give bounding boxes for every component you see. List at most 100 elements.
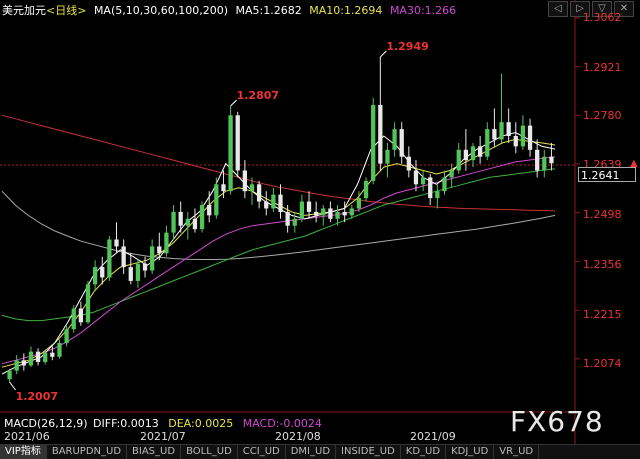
candle-body (349, 208, 354, 216)
candle-body (342, 211, 347, 216)
candle-body (456, 149, 461, 171)
candle-body (371, 104, 376, 181)
candle-body (207, 205, 212, 216)
price-chart[interactable]: ▲1.28071.29491.2007 (0, 0, 640, 444)
candle-body (271, 194, 276, 209)
candle-body (185, 218, 190, 226)
tab-cci[interactable]: CCI_UD (238, 445, 286, 459)
chart-header: 美元加元<日线> MA(5,10,30,60,100,200) MA5:1.26… (0, 2, 460, 17)
candle-body (485, 129, 490, 157)
candle-body (549, 156, 554, 164)
macd-diff: DIFF:0.0013 (93, 417, 159, 430)
candle-body (278, 194, 283, 212)
macd-dea: DEA:0.0025 (168, 417, 234, 430)
candle-body (256, 184, 262, 202)
candle-body (321, 208, 326, 216)
ma30-value: MA30:1.266 (389, 4, 457, 17)
candle-body (463, 149, 469, 161)
candle-body (214, 184, 219, 216)
tab-vip[interactable]: VIP指标 (0, 445, 47, 459)
annotation-label: 1.2807 (237, 89, 279, 102)
ma30-line (1, 156, 556, 365)
candle-body (385, 149, 390, 164)
candle-body (142, 263, 148, 271)
x-axis: 2021/06 2021/07 2021/08 2021/09 (0, 430, 560, 443)
candle-body (506, 122, 511, 136)
candle-body (470, 146, 476, 161)
candle-body (14, 360, 19, 371)
candle-body (520, 125, 526, 147)
candle-body (249, 184, 255, 192)
candle-body (477, 146, 483, 157)
candle-body (542, 156, 547, 171)
y-tick: 1.2780 (583, 109, 622, 122)
candle-body (78, 308, 84, 323)
candle-body (57, 343, 62, 357)
annotation-pointer (9, 381, 16, 391)
candle-body (235, 115, 240, 171)
candle-body (43, 352, 48, 362)
candle-body (28, 351, 34, 366)
candle-body (71, 308, 76, 330)
candle-body (306, 201, 312, 212)
tab-bias[interactable]: BIAS_UD (127, 445, 182, 459)
candle-body (292, 218, 297, 226)
period-label[interactable]: <日线> (46, 4, 86, 17)
candle-body (513, 135, 518, 147)
candle-body (299, 201, 305, 219)
candle-body (435, 191, 440, 199)
watermark-logo: FX678 (510, 405, 604, 438)
candle-body (228, 115, 233, 192)
candle-body (264, 201, 269, 209)
candle-body (100, 267, 105, 278)
tab-boll[interactable]: BOLL_UD (181, 445, 238, 459)
ma10-value: MA10:1.2694 (309, 4, 383, 17)
candle-body (107, 239, 112, 278)
candle-body (21, 360, 26, 366)
y-tick: 1.2356 (583, 258, 622, 271)
candle-body (363, 180, 369, 199)
candle-body (428, 177, 433, 199)
tab-barupdn[interactable]: BARUPDN_UD (47, 445, 128, 459)
ma5-value: MA5:1.2682 (235, 4, 302, 17)
candle-body (335, 211, 340, 219)
candle-body (121, 246, 126, 268)
candle-body (221, 184, 226, 192)
candle-body (128, 267, 133, 281)
candle-body (135, 263, 141, 281)
candle-body (527, 125, 533, 150)
prev-icon[interactable]: ◁ (548, 1, 568, 17)
ma60-line (1, 168, 556, 322)
annotation-label: 1.2949 (386, 40, 428, 53)
y-tick: 1.2215 (583, 308, 622, 321)
macd-value: MACD:-0.0024 (242, 417, 322, 430)
tab-inside[interactable]: INSIDE_UD (336, 445, 401, 459)
candle-body (35, 351, 41, 362)
y-tick: 1.3062 (583, 11, 622, 24)
candle-body (492, 129, 497, 140)
tab-dmi[interactable]: DMI_UD (286, 445, 337, 459)
macd-params[interactable]: MACD(26,12,9) (4, 417, 88, 430)
symbol-title: 美元加元 (2, 4, 46, 17)
indicator-tabs: VIP指标 BARUPDN_UD BIAS_UD BOLL_UD CCI_UD … (0, 444, 640, 459)
candle-body (499, 122, 504, 140)
candle-body (192, 218, 198, 230)
candle-body (7, 370, 12, 380)
ma-settings-label[interactable]: MA(5,10,30,60,100,200) (94, 4, 228, 17)
candle-body (157, 246, 162, 254)
candle-body (64, 329, 69, 344)
candle-body (406, 156, 411, 171)
candle-body (356, 198, 362, 209)
candle-body (242, 170, 247, 192)
candle-body (442, 177, 447, 192)
candle-body (164, 232, 169, 254)
annotation-label: 1.2007 (16, 390, 58, 403)
y-tick: 1.2074 (583, 357, 622, 370)
candle-body (378, 104, 383, 164)
tab-vr[interactable]: VR_UD (494, 445, 540, 459)
candle-body (392, 129, 397, 150)
tab-kdj[interactable]: KDJ_UD (446, 445, 495, 459)
candle-body (92, 267, 98, 285)
tab-kd[interactable]: KD_UD (401, 445, 447, 459)
candle-body (178, 211, 183, 226)
